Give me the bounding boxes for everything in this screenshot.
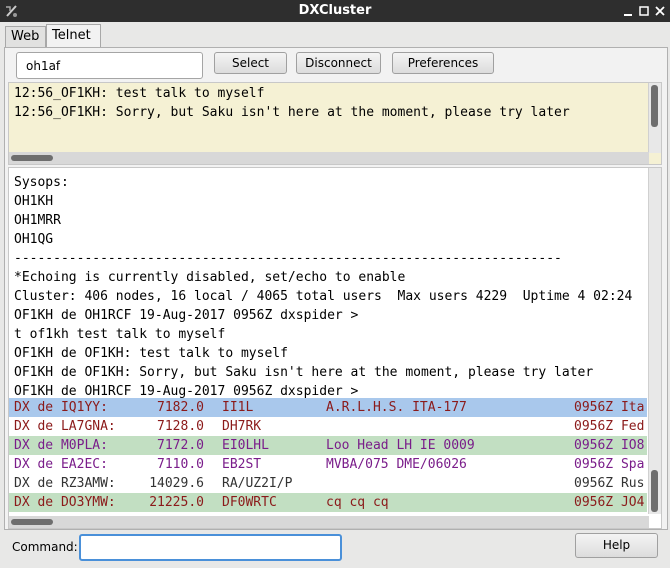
spot-comment: A.R.L.H.S. ITA-177 — [326, 400, 467, 415]
console-line: OH1QG — [14, 232, 54, 247]
console-line: OF1KH de OH1RCF 19-Aug-2017 0956Z dxspid… — [14, 384, 359, 399]
spot-call: II1L — [222, 400, 254, 415]
spot-call: RA/UZ2I/P — [222, 476, 293, 491]
console-line: OH1MRR — [14, 213, 61, 228]
tab-telnet[interactable]: Telnet — [46, 24, 101, 48]
spot-de: DX de EA2EC: — [14, 457, 108, 472]
spot-comment: MVBA/075 DME/06026 — [326, 457, 467, 472]
cluster-console[interactable]: Sysops: OH1KH OH1MRR OH1QG -------------… — [8, 167, 662, 529]
spot-call: DF0WRTC — [222, 495, 277, 510]
scroll-thumb[interactable] — [11, 155, 53, 161]
console-line: *Echoing is currently disabled, set/echo… — [14, 270, 406, 285]
command-label: Command: — [12, 540, 78, 554]
console-line: OF1KH de OH1RCF 19-Aug-2017 0956Z dxspid… — [14, 308, 359, 323]
spot-comment: Loo Head LH IE 0009 — [326, 438, 475, 453]
console-line: OH1KH — [14, 194, 54, 209]
spot-comment: cq cq cq — [326, 495, 389, 510]
dx-spot-row[interactable]: DX de EA2EC: 7110.0 EB2ST MVBA/075 DME/0602… — [9, 455, 647, 474]
command-input[interactable] — [79, 534, 342, 561]
spot-time: 0956Z IO8 — [574, 438, 645, 453]
console-line: OF1KH de OF1KH: test talk to myself — [14, 346, 288, 361]
dx-spot-row[interactable]: DX de LA7GNA: 7128.0 DH7RK 0956Z Fed — [9, 417, 647, 436]
scroll-thumb[interactable] — [11, 519, 53, 525]
spot-freq: 7110.0 — [157, 457, 204, 472]
dx-spot-row[interactable]: DX de M0PLA: 7172.0 EI0LHL Loo Head LH IE 0… — [9, 436, 647, 455]
talk-vertical-scrollbar[interactable] — [648, 83, 661, 153]
spot-time: 0956Z Rus — [574, 476, 645, 491]
select-button[interactable]: Select — [214, 52, 287, 74]
console-line: Sysops: — [14, 175, 69, 190]
spot-freq: 7182.0 — [157, 400, 204, 415]
window-title: DXCluster — [298, 3, 372, 18]
scroll-thumb[interactable] — [651, 470, 658, 512]
console-line: Cluster: 406 nodes, 16 local / 4065 tota… — [14, 289, 633, 304]
minimize-icon[interactable] — [620, 3, 636, 19]
talk-line: 12:56_OF1KH: Sorry, but Saku isn't here … — [14, 105, 570, 120]
maximize-icon[interactable] — [636, 3, 652, 19]
dx-spot-row[interactable]: DX de IQ1YY: 7182.0 II1L A.R.L.H.S. ITA-177… — [9, 398, 647, 417]
spot-de: DX de M0PLA: — [14, 438, 108, 453]
title-bar: DXCluster — [0, 0, 670, 22]
spot-freq: 7172.0 — [157, 438, 204, 453]
disconnect-button[interactable]: Disconnect — [296, 52, 381, 74]
spot-time: 0956Z Fed — [574, 419, 645, 434]
spot-freq: 14029.6 — [149, 476, 204, 491]
talk-line: 12:56_OF1KH: test talk to myself — [14, 86, 265, 101]
spot-time: 0956Z Ita — [574, 400, 645, 415]
preferences-button[interactable]: Preferences — [392, 52, 494, 74]
command-row: Command: Help — [0, 530, 670, 568]
spot-de: DX de RZ3AMW: — [14, 476, 116, 491]
spot-call: DH7RK — [222, 419, 262, 434]
spot-de: DX de LA7GNA: — [14, 419, 116, 434]
spot-freq: 7128.0 — [157, 419, 204, 434]
spot-freq: 21225.0 — [149, 495, 204, 510]
dx-spot-row[interactable]: DX de DO3YMW: 21225.0 DF0WRTC cq cq cq 0956Z… — [9, 493, 647, 512]
spot-call: EI0LHL — [222, 438, 269, 453]
console-vertical-scrollbar[interactable] — [648, 168, 661, 514]
spot-call: EB2ST — [222, 457, 262, 472]
console-horizontal-scrollbar[interactable] — [9, 516, 649, 528]
talk-messages-area[interactable]: 12:56_OF1KH: test talk to myself 12:56_O… — [8, 82, 662, 165]
spot-de: DX de IQ1YY: — [14, 400, 108, 415]
spot-time: 0956Z JO4 — [574, 495, 645, 510]
dx-spot-row[interactable]: DX de RZ3AMW: 14029.6 RA/UZ2I/P 0956Z Rus — [9, 474, 647, 493]
console-line: OF1KH de OF1KH: Sorry, but Saku isn't he… — [14, 365, 594, 380]
spot-time: 0956Z Spa — [574, 457, 645, 472]
console-line: ----------------------------------------… — [14, 251, 562, 266]
callsign-input[interactable] — [16, 52, 203, 79]
console-line: t of1kh test talk to myself — [14, 327, 226, 342]
scroll-thumb[interactable] — [651, 85, 658, 127]
help-button[interactable]: Help — [575, 533, 658, 558]
close-icon[interactable] — [652, 3, 668, 19]
talk-horizontal-scrollbar[interactable] — [9, 152, 649, 164]
spot-de: DX de DO3YMW: — [14, 495, 116, 510]
tab-web[interactable]: Web — [5, 26, 46, 47]
